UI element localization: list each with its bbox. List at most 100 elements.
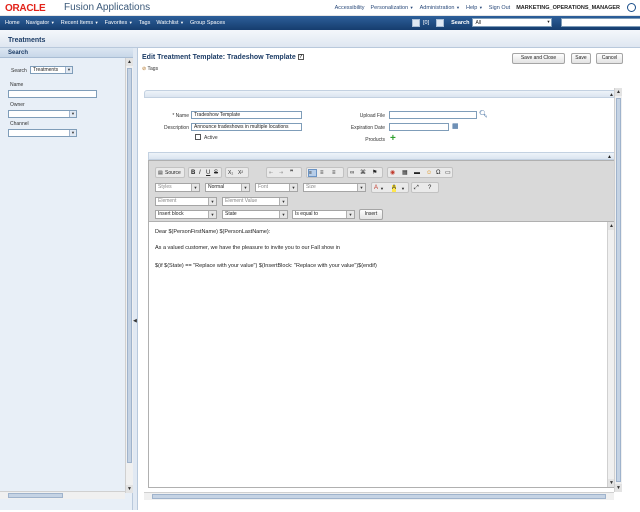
add-product-icon[interactable]: + [390,133,396,144]
accessibility-link[interactable]: Accessibility [335,5,365,11]
insert-block-select[interactable]: Insert block ▼ [155,210,217,219]
scroll-up-icon[interactable]: ▲ [126,58,133,66]
active-label: Active [204,135,218,141]
tags-link[interactable]: ⊘ Tags [142,66,158,72]
notification-count[interactable]: [0] [423,20,429,26]
unlink-icon[interactable]: ⌘ [360,170,366,177]
chevron-down-icon[interactable]: ▼ [380,185,384,192]
underline-icon[interactable]: U [206,170,210,177]
italic-icon[interactable]: I [199,170,201,177]
table-icon[interactable]: ▦ [402,170,408,177]
link-icon[interactable]: ∞ [350,170,354,177]
collapse-panel-icon[interactable]: ◀ [133,316,137,326]
subscript-icon[interactable]: X₂ [228,170,233,177]
scrollbar-thumb[interactable] [152,494,606,499]
nav-recent-items[interactable]: Recent Items ▼ [61,20,99,26]
save-and-close-button[interactable]: Save and Close [512,53,565,64]
notifications-icon[interactable] [412,18,420,27]
superscript-icon[interactable]: X² [238,170,243,177]
search-scope-select[interactable]: All ▼ [472,18,553,27]
indent-icon[interactable]: ⇥ [279,170,283,177]
nav-navigator[interactable]: Navigator ▼ [26,20,55,26]
personalization-menu[interactable]: Personalization ▼ [371,5,414,11]
source-button[interactable]: ▤ Source [155,167,185,178]
state-select[interactable]: State ▼ [222,210,288,219]
rich-text-editor: ▤ Source B I U S X₂ X² ⇤ ⇥ ❞ ≡ ≡ ≡ ∞ ⌘ ⚑… [148,160,616,488]
font-select[interactable]: Font ▼ [255,183,298,192]
chevron-down-icon: ▼ [208,211,216,218]
search-icon[interactable]: 🔍︎ [479,110,488,118]
expiration-date-input[interactable] [389,123,449,131]
scrollbar-thumb[interactable] [127,68,132,463]
operator-select[interactable]: Is equal to ▼ [292,210,355,219]
edit-template-title: Edit Treatment Template: Tradeshow Templ… [142,54,304,61]
content-line: Dear $(PersonFirstName) $(PersonLastName… [155,229,271,235]
align-right-icon[interactable]: ≡ [332,170,336,177]
scrollbar-thumb[interactable] [8,493,63,498]
special-char-icon[interactable]: Ω [436,170,441,177]
align-group: ≡ ≡ ≡ [306,167,344,178]
cancel-button[interactable]: Cancel [596,53,623,64]
maximize-icon[interactable]: ⤢ [414,185,419,192]
size-select[interactable]: Size ▼ [303,183,366,192]
nav-home[interactable]: Home [5,20,20,26]
chevron-down-icon: ▼ [279,198,287,205]
name-field[interactable]: Tradeshow Template [191,111,302,119]
main-hscrollbar[interactable] [144,492,614,500]
blockquote-icon[interactable]: ❞ [290,170,293,177]
help-menu[interactable]: Help ▼ [466,5,483,11]
bookmark-icon[interactable] [436,18,445,27]
scroll-up-icon[interactable]: ▲ [615,88,622,96]
global-search-input[interactable] [561,18,640,27]
styles-select[interactable]: Styles ▼ [155,183,200,192]
horizontal-line-icon[interactable]: ▬ [414,170,420,177]
caret-down-icon: ▼ [50,20,55,25]
scroll-down-icon[interactable]: ▼ [615,484,622,492]
search-panel-hscrollbar[interactable] [0,491,125,499]
strikethrough-icon[interactable]: S [214,170,218,177]
align-left-icon[interactable]: ≡ [308,169,317,177]
search-type-select[interactable]: Treatments ▼ [30,66,73,74]
save-button[interactable]: Save [571,53,591,64]
calendar-icon[interactable]: ▦ [452,122,459,130]
scroll-down-icon[interactable]: ▼ [126,485,133,493]
bold-icon[interactable]: B [191,170,195,177]
nav-tags[interactable]: Tags [139,20,151,26]
anchor-flag-icon[interactable]: ⚑ [372,170,377,177]
nav-watchlist[interactable]: Watchlist ▼ [156,20,184,26]
nav-group-spaces[interactable]: Group Spaces [190,20,225,26]
background-color-icon[interactable]: A [392,185,397,192]
outdent-icon[interactable]: ⇤ [269,170,273,177]
upload-file-input[interactable] [389,111,477,119]
active-checkbox[interactable] [195,134,201,140]
description-field[interactable]: Announce tradeshows in multiple location… [191,123,302,131]
administration-menu[interactable]: Administration ▼ [420,5,460,11]
chevron-down-icon[interactable]: ▼ [401,185,405,192]
text-color-icon[interactable]: A [374,185,378,192]
owner-select[interactable]: ▼ [8,110,77,118]
help-icon[interactable]: ? [297,54,304,61]
page-break-icon[interactable]: ▭ [445,170,451,177]
nav-favorites[interactable]: Favorites ▼ [105,20,133,26]
editor-panel-header: ▲ [148,152,616,160]
main-content: Edit Treatment Template: Tradeshow Templ… [138,48,627,510]
flash-icon[interactable]: ◉ [390,170,395,177]
channel-select[interactable]: ▼ [8,129,77,137]
name-search-input[interactable] [8,90,97,98]
sign-out-link[interactable]: Sign Out [489,5,510,11]
search-panel-scrollbar[interactable]: ▲ ▼ [125,58,133,493]
main-scrollbar[interactable]: ▲ ▼ [614,88,622,492]
smiley-icon[interactable]: ☺ [426,170,432,177]
content-line: $(if $(State) == "Replace with your valu… [155,263,377,269]
caret-down-icon: ▼ [456,5,460,10]
content-line: As a valued customer, we have the pleasu… [155,245,340,251]
element-select[interactable]: Element ▼ [155,197,217,206]
element-value-select[interactable]: Element Value ▼ [222,197,288,206]
color-group: A ▼ A ▼ [371,182,409,193]
editor-toolbar: ▤ Source B I U S X₂ X² ⇤ ⇥ ❞ ≡ ≡ ≡ ∞ ⌘ ⚑… [149,161,615,222]
scrollbar-thumb[interactable] [616,98,621,482]
align-center-icon[interactable]: ≡ [320,170,324,177]
help-icon[interactable]: ? [428,185,431,192]
format-select[interactable]: Normal ▼ [205,183,250,192]
insert-button[interactable]: Insert [359,209,383,220]
